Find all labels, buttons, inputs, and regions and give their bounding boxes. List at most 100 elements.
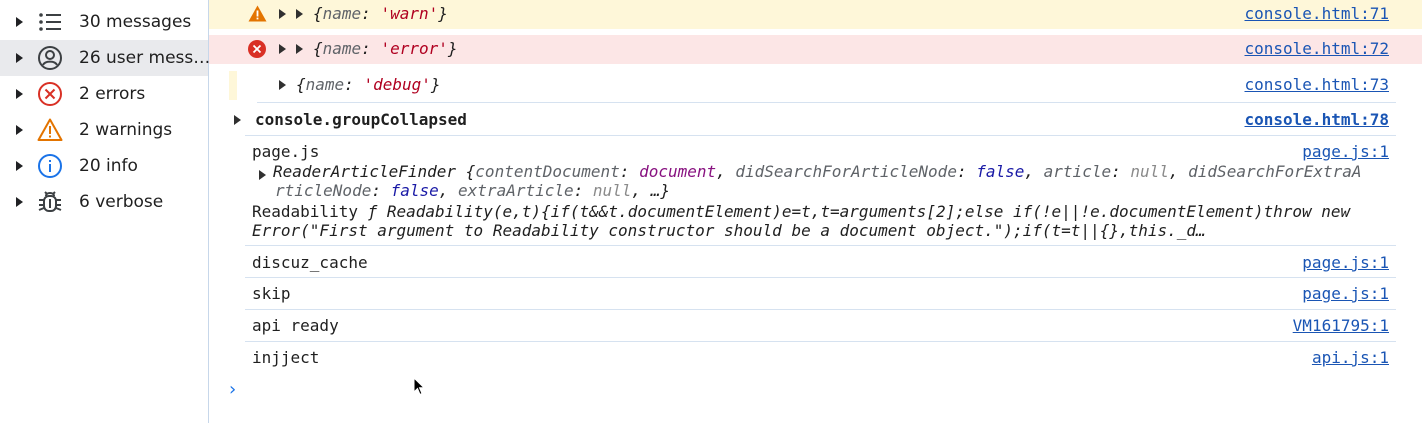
console-message-log[interactable]: injject api.js:1 [209,346,1422,372]
group-label: console.groupCollapsed [255,110,467,129]
object-open-brace: { [313,39,323,58]
object-key: name [322,39,362,58]
expand-arrow-icon[interactable] [259,169,266,180]
mouse-cursor-icon [413,376,426,400]
sidebar-item-label: 26 user mess… [79,48,211,68]
console-prompt-icon[interactable]: › [227,379,238,400]
sidebar-item-user-messages[interactable]: 26 user mess… [0,40,211,76]
console-message-pagejs[interactable]: page.js page.js:1 ReaderArticleFinder {c… [209,140,1422,244]
object-property-token: , [438,181,459,200]
sidebar-item-label: 6 verbose [79,192,164,212]
expand-arrow-icon[interactable] [16,161,23,171]
console-message-error[interactable]: {name: 'error'} console.html:72 [209,35,1422,64]
info-icon [37,153,63,179]
sidebar-item-info[interactable]: 20 info [0,148,208,184]
list-icon [37,9,63,35]
error-icon [37,81,63,107]
row-divider [245,309,1396,310]
object-property-token: null [1130,162,1169,181]
object-property-token: extraArticle [458,181,574,200]
object-key: name [322,4,362,23]
source-link[interactable]: VM161795:1 [1293,314,1389,338]
bug-icon [37,189,63,215]
object-property-token: didSearchForExtraA [1188,162,1362,181]
log-text: api ready [252,316,339,335]
object-property-token: article [1043,162,1112,181]
source-link[interactable]: console.html:72 [1245,37,1390,61]
sidebar-item-label: 20 info [79,156,138,176]
object-property-token: : [573,181,593,200]
console-message-debug[interactable]: {name: 'debug'} console.html:73 [209,71,1422,100]
source-link[interactable]: api.js:1 [1312,346,1389,370]
object-value: 'warn' [380,4,439,23]
object-property-token: null [592,181,632,200]
console-group-collapsed[interactable]: console.groupCollapsed console.html:78 [209,107,1422,135]
row-divider [245,245,1396,246]
object-property-token: , …} [631,181,670,200]
object-property-token: false [390,181,439,200]
warning-icon [248,5,267,26]
object-colon: : [344,75,364,94]
object-property-token: false [976,162,1025,181]
console-output: {name: 'warn'} console.html:71 {name: 'e… [209,0,1422,423]
object-value: 'debug' [363,75,431,94]
warning-icon [37,117,63,143]
sidebar-item-messages[interactable]: 30 messages [0,4,208,40]
console-message-log[interactable]: discuz_cache page.js:1 [209,250,1422,276]
object-key: name [305,75,345,94]
console-message-warning[interactable]: {name: 'warn'} console.html:71 [209,0,1422,29]
row-divider [245,135,1396,136]
object-property-token: , [1024,162,1044,181]
object-colon: : [361,4,381,23]
object-property-token: : [371,181,391,200]
object-property-token: rticleNode [275,181,372,200]
sidebar-item-verbose[interactable]: 6 verbose [0,184,208,220]
row-divider [245,277,1396,278]
group-indent-bar [229,71,237,100]
sidebar-item-warnings[interactable]: 2 warnings [0,112,208,148]
object-close-brace: } [430,75,441,94]
source-link[interactable]: console.html:78 [1245,108,1390,132]
object-property-token: : [1111,162,1131,181]
object-value: 'error' [380,39,448,58]
object-property-token: , [716,162,736,181]
object-close-brace: } [438,4,448,23]
row-divider [257,102,1396,103]
log-text: skip [252,284,291,303]
error-icon [248,40,266,62]
expand-arrow-icon[interactable] [16,89,23,99]
object-property-token: , [1168,162,1189,181]
object-property-token: : [956,162,977,181]
expand-arrow-icon[interactable] [296,43,303,54]
expand-arrow-icon[interactable] [279,79,286,90]
object-colon: : [361,39,381,58]
expand-arrow-icon[interactable] [16,125,23,135]
sidebar-item-label: 30 messages [79,12,192,32]
console-message-log[interactable]: skip page.js:1 [209,282,1422,308]
object-open-brace: { [313,4,323,23]
source-link[interactable]: page.js:1 [1302,251,1389,275]
sidebar: 30 messages 26 user mess… 2 errors 2 war… [0,0,211,423]
object-property-token: didSearchForArticleNode [735,162,957,181]
source-link[interactable]: console.html:71 [1245,2,1390,26]
expand-arrow-icon[interactable] [279,8,286,19]
sidebar-item-errors[interactable]: 2 errors [0,76,208,112]
expand-arrow-icon[interactable] [16,197,23,207]
row-divider [245,341,1396,342]
sidebar-item-label: 2 errors [79,84,146,104]
function-source-continued: Error("First argument to Readability con… [252,221,1206,240]
object-open-brace: { [296,75,306,94]
log-text: injject [252,348,320,367]
source-link[interactable]: page.js:1 [1302,282,1389,306]
expand-arrow-icon[interactable] [16,17,23,27]
expand-arrow-icon[interactable] [234,114,241,125]
expand-arrow-icon[interactable] [16,53,23,63]
console-message-log[interactable]: api ready VM161795:1 [209,314,1422,340]
sidebar-item-label: 2 warnings [79,120,173,140]
log-text: discuz_cache [252,253,368,272]
user-icon [37,45,63,71]
object-close-brace: } [447,39,458,58]
expand-arrow-icon[interactable] [296,8,303,19]
source-link[interactable]: console.html:73 [1245,73,1390,97]
expand-arrow-icon[interactable] [279,43,286,54]
